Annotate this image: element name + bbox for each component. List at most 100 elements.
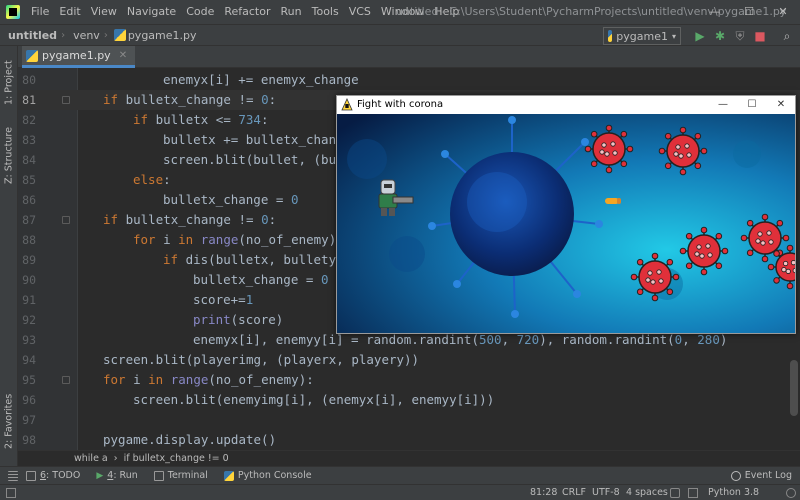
- menu-vcs[interactable]: VCS: [344, 0, 376, 24]
- code-token: enemyx[i] += enemyx_change: [163, 72, 359, 87]
- code-token: 0: [261, 212, 269, 227]
- pygame-minimize-button[interactable]: —: [709, 97, 737, 113]
- code-line[interactable]: 97: [18, 410, 800, 430]
- menu-tools[interactable]: Tools: [307, 0, 344, 24]
- code-breadcrumb: while a › if bulletx_change != 0: [18, 450, 800, 466]
- terminal-icon: [153, 470, 164, 481]
- code-token: score+=: [193, 292, 246, 307]
- line-number: 98: [22, 433, 36, 447]
- breadcrumb-venv[interactable]: venv: [65, 29, 104, 42]
- code-line[interactable]: 98 pygame.display.update(): [18, 430, 800, 450]
- file-encoding[interactable]: UTF-8: [592, 485, 620, 500]
- code-token: for: [103, 372, 126, 387]
- status-toggle-icon[interactable]: [6, 488, 16, 498]
- pycharm-logo-icon: [6, 5, 20, 19]
- line-separator[interactable]: CRLF: [562, 485, 586, 500]
- code-token: bulletx += bulletx_change: [163, 132, 352, 147]
- python-console-tool-button[interactable]: Python Console: [216, 470, 320, 481]
- code-line[interactable]: 94 screen.blit(playerimg, (playerx, playe…: [18, 350, 800, 370]
- code-line[interactable]: 96 screen.blit(enemyimg[i], (enemyx[i], e…: [18, 390, 800, 410]
- code-token: bulletx_change =: [163, 192, 291, 207]
- line-number: 88: [22, 233, 36, 247]
- pygame-window[interactable]: Fight with corona — ☐ ✕: [336, 95, 796, 334]
- line-number: 80: [22, 73, 36, 87]
- code-line[interactable]: 95 for i in range(no_of_enemy):: [18, 370, 800, 390]
- close-tab-icon[interactable]: ✕: [119, 50, 127, 61]
- menu-view[interactable]: View: [86, 0, 122, 24]
- editor-tab-pygame1[interactable]: pygame1.py ✕: [22, 46, 136, 68]
- code-line[interactable]: 80 enemyx[i] += enemyx_change: [18, 70, 800, 90]
- maximize-button[interactable]: ☐: [732, 0, 766, 24]
- line-number: 93: [22, 333, 36, 347]
- code-token: in: [148, 372, 164, 387]
- code-token: 734: [238, 112, 261, 127]
- project-tool-tab[interactable]: 1: Project: [1, 52, 17, 114]
- game-canvas[interactable]: [337, 114, 795, 333]
- code-text: for i in range(no_of_enemy):: [133, 230, 344, 250]
- run-configuration-select[interactable]: pygame1 ▾: [603, 27, 681, 45]
- menu-navigate[interactable]: Navigate: [122, 0, 181, 24]
- menu-file[interactable]: File: [26, 0, 54, 24]
- python-console-label: Python Console: [237, 470, 312, 481]
- code-token: else: [133, 172, 164, 187]
- run-tool-button[interactable]: ▶ 4: Run: [88, 470, 145, 481]
- close-button[interactable]: ✕: [766, 0, 800, 24]
- stop-icon[interactable]: ■: [753, 29, 767, 43]
- code-token: :: [260, 112, 269, 127]
- pygame-close-button[interactable]: ✕: [767, 97, 795, 113]
- menu-edit[interactable]: Edit: [54, 0, 85, 24]
- inspector-icon[interactable]: [786, 488, 796, 498]
- code-crumb-while[interactable]: while a: [74, 453, 108, 464]
- todo-tool-button[interactable]: 6: TODO: [18, 470, 88, 481]
- line-number: 95: [22, 373, 36, 387]
- code-crumb-if[interactable]: if bulletx_change != 0: [124, 453, 229, 464]
- code-token: ), random.randint(: [539, 332, 675, 347]
- menu-run[interactable]: Run: [276, 0, 307, 24]
- line-number: 89: [22, 253, 36, 267]
- debug-icon[interactable]: ✱: [713, 29, 727, 43]
- code-text: for i in range(no_of_enemy):: [103, 370, 314, 390]
- todo-label: : TODO: [46, 470, 81, 481]
- breadcrumb-separator: ›: [113, 453, 118, 464]
- menu-code[interactable]: Code: [181, 0, 219, 24]
- event-log-icon: [730, 470, 741, 481]
- run-icon[interactable]: ▶: [693, 29, 707, 43]
- minimize-button[interactable]: —: [698, 0, 732, 24]
- fold-marker-icon[interactable]: [62, 376, 70, 384]
- fold-marker-icon[interactable]: [62, 96, 70, 104]
- code-text: pygame.display.update(): [103, 430, 276, 450]
- code-token: ,: [682, 332, 698, 347]
- code-text: score+=1: [193, 290, 253, 310]
- breadcrumb-file[interactable]: pygame1.py: [128, 29, 201, 42]
- layout-icon[interactable]: [8, 470, 18, 481]
- fold-marker-icon[interactable]: [62, 216, 70, 224]
- line-number: 85: [22, 173, 36, 187]
- code-token: if: [103, 212, 119, 227]
- line-number: 81: [22, 93, 36, 107]
- indent-setting[interactable]: 4 spaces: [626, 485, 668, 500]
- line-number: 83: [22, 133, 36, 147]
- coverage-icon[interactable]: ⛨: [733, 29, 747, 43]
- git-icon[interactable]: [688, 488, 698, 498]
- pygame-title-bar[interactable]: Fight with corona — ☐ ✕: [337, 96, 795, 114]
- search-icon[interactable]: ⌕: [780, 29, 794, 43]
- breadcrumb-project[interactable]: untitled: [0, 29, 61, 42]
- code-token: bulletx_change !=: [118, 92, 262, 107]
- code-text: bulletx_change = 0: [163, 190, 298, 210]
- line-number: 92: [22, 313, 36, 327]
- code-text: bulletx += bulletx_change: [163, 130, 351, 150]
- favorites-tool-tab[interactable]: 2: Favorites: [1, 386, 17, 456]
- code-text: screen.blit(enemyimg[i], (enemyx[i], ene…: [133, 390, 494, 410]
- code-token: for: [133, 232, 156, 247]
- code-token: :: [268, 212, 277, 227]
- line-number: 84: [22, 153, 36, 167]
- pygame-maximize-button[interactable]: ☐: [738, 97, 766, 113]
- event-log-tool-button[interactable]: Event Log: [723, 470, 800, 481]
- menu-refactor[interactable]: Refactor: [219, 0, 275, 24]
- structure-tool-tab[interactable]: Z: Structure: [1, 118, 17, 194]
- caret-position[interactable]: 81:28: [530, 485, 557, 500]
- lock-icon[interactable]: [670, 488, 680, 498]
- terminal-tool-button[interactable]: Terminal: [146, 470, 216, 481]
